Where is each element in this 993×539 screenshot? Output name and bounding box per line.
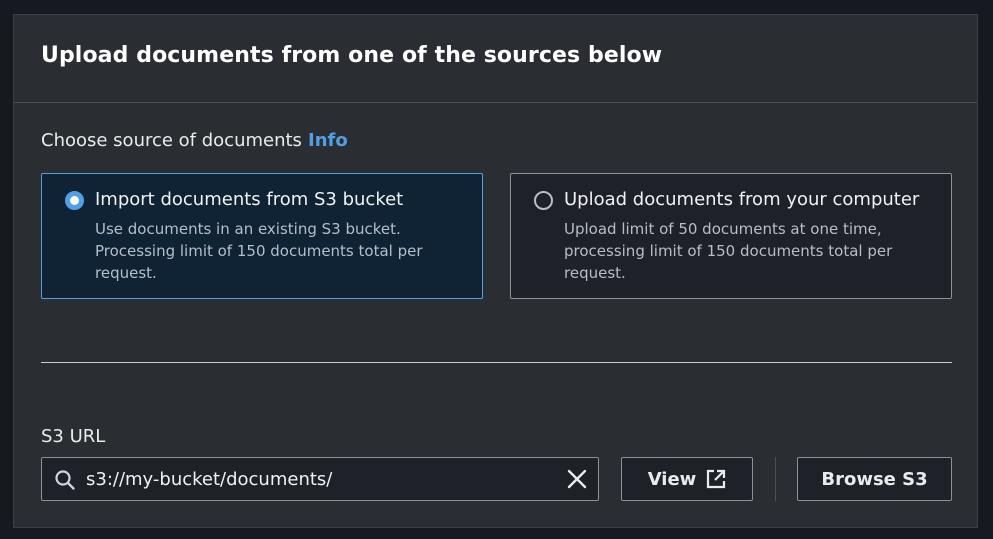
panel-header: Upload documents from one of the sources… bbox=[14, 15, 977, 103]
radio-upload-computer[interactable] bbox=[534, 191, 553, 210]
tile-upload-computer-description: Upload limit of 50 documents at one time… bbox=[564, 220, 893, 282]
button-separator bbox=[775, 457, 776, 501]
close-icon[interactable] bbox=[566, 468, 588, 490]
tile-import-s3-title: Import documents from S3 bucket bbox=[95, 189, 404, 210]
radio-import-s3[interactable] bbox=[65, 191, 84, 210]
view-button[interactable]: View bbox=[621, 457, 753, 501]
s3-url-field[interactable] bbox=[41, 457, 599, 501]
s3-url-label: S3 URL bbox=[41, 426, 106, 447]
tile-upload-computer-title: Upload documents from your computer bbox=[564, 189, 920, 210]
panel-title: Upload documents from one of the sources… bbox=[41, 43, 663, 68]
external-link-icon bbox=[707, 469, 726, 489]
info-link[interactable]: Info bbox=[308, 130, 348, 151]
browse-s3-button-label: Browse S3 bbox=[821, 468, 928, 490]
tile-upload-computer[interactable]: Upload documents from your computer Uplo… bbox=[510, 173, 952, 299]
view-button-label: View bbox=[647, 468, 697, 490]
upload-documents-panel: Upload documents from one of the sources… bbox=[13, 14, 978, 528]
search-icon bbox=[55, 470, 75, 490]
browse-s3-button[interactable]: Browse S3 bbox=[797, 457, 952, 501]
s3-url-input[interactable] bbox=[86, 458, 556, 500]
tile-import-s3[interactable]: Import documents from S3 bucket Use docu… bbox=[41, 173, 483, 299]
source-section-label: Choose source of documents bbox=[41, 130, 302, 151]
section-divider bbox=[41, 362, 952, 363]
tile-import-s3-description: Use documents in an existing S3 bucket. … bbox=[95, 220, 423, 282]
